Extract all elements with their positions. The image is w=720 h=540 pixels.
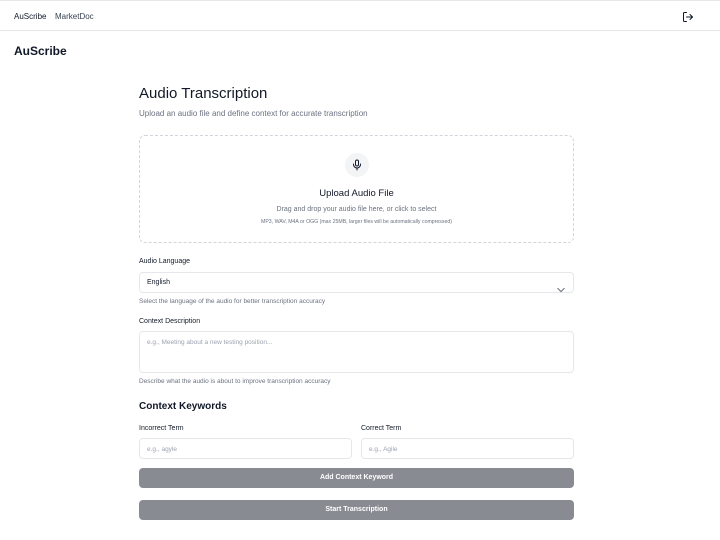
audio-upload-dropzone[interactable]: Upload Audio File Drag and drop your aud… bbox=[139, 135, 574, 243]
audio-language-help: Select the language of the audio for bet… bbox=[139, 298, 326, 305]
incorrect-term-placeholder: e.g., agyle bbox=[147, 446, 177, 453]
audio-language-select[interactable]: English bbox=[139, 272, 574, 293]
correct-term-placeholder: e.g., Agile bbox=[369, 446, 398, 453]
nav-link-marketdoc[interactable]: MarketDoc bbox=[55, 12, 94, 21]
microphone-icon bbox=[345, 153, 369, 177]
brand-title: AuScribe bbox=[14, 44, 67, 58]
incorrect-term-input[interactable]: e.g., agyle bbox=[139, 438, 352, 459]
upload-hint: Drag and drop your audio file here, or c… bbox=[276, 206, 437, 213]
upload-formats-note: MP3, WAV, M4A or OGG (max 25MB, larger f… bbox=[261, 219, 452, 225]
audio-language-label: Audio Language bbox=[139, 258, 190, 265]
incorrect-term-label: Incorrect Term bbox=[139, 425, 184, 432]
chevron-down-icon bbox=[557, 280, 565, 298]
add-context-keyword-button[interactable]: Add Context Keyword bbox=[139, 468, 574, 488]
page-title: Audio Transcription bbox=[139, 85, 268, 102]
top-navigation-bar: AuScribe MarketDoc bbox=[0, 0, 720, 31]
context-description-textarea[interactable]: e.g., Meeting about a new testing positi… bbox=[139, 331, 574, 373]
audio-language-value: English bbox=[147, 279, 170, 286]
nav-link-auscribe[interactable]: AuScribe bbox=[14, 12, 46, 21]
correct-term-input[interactable]: e.g., Agile bbox=[361, 438, 574, 459]
correct-term-label: Correct Term bbox=[361, 425, 402, 432]
start-transcription-button[interactable]: Start Transcription bbox=[139, 500, 574, 520]
page-subtitle: Upload an audio file and define context … bbox=[139, 109, 368, 118]
context-description-label: Context Description bbox=[139, 318, 201, 325]
context-keywords-title: Context Keywords bbox=[139, 401, 227, 412]
upload-title: Upload Audio File bbox=[319, 188, 394, 199]
context-description-placeholder: e.g., Meeting about a new testing positi… bbox=[147, 339, 273, 346]
logout-icon[interactable] bbox=[682, 10, 694, 22]
context-description-help: Describe what the audio is about to impr… bbox=[139, 378, 331, 385]
